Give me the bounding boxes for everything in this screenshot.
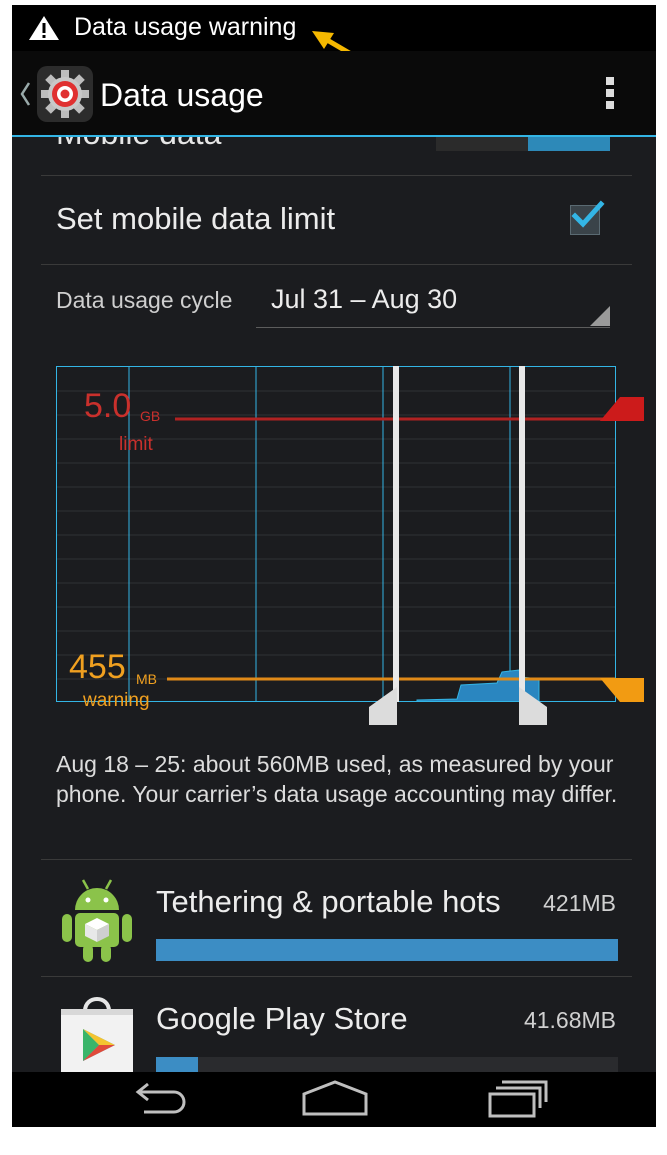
app-usage-bar <box>156 1057 618 1072</box>
play-store-bag-icon <box>61 997 133 1072</box>
cycle-value: Jul 31 – Aug 30 <box>271 284 458 314</box>
set-limit-label[interactable]: Set mobile data limit <box>56 201 335 237</box>
navigation-bar <box>12 1072 656 1127</box>
toggle-thumb <box>528 137 610 151</box>
range-start-sweep[interactable] <box>393 366 399 726</box>
check-icon <box>571 200 605 228</box>
sweep-line <box>519 366 525 702</box>
app-row-tethering[interactable]: Tethering & portable hots 421MB <box>41 860 632 976</box>
app-size: 41.68MB <box>523 1007 616 1033</box>
overflow-menu-icon[interactable] <box>598 73 622 113</box>
app-size: 421MB <box>543 890 616 916</box>
app-usage-bar <box>156 939 618 961</box>
up-navigation-icon[interactable] <box>19 79 31 109</box>
back-arrow-icon[interactable] <box>120 1076 190 1120</box>
mobile-data-label: Mobile data <box>56 137 221 152</box>
set-limit-checkbox[interactable] <box>570 200 605 235</box>
status-bar: Data usage warning <box>12 5 656 74</box>
warning-unit: MB <box>136 671 157 687</box>
sweep-line <box>393 366 399 702</box>
app-usage-fill <box>156 939 618 961</box>
limit-label: limit <box>119 434 153 455</box>
app-name: Tethering & portable hots <box>156 884 501 919</box>
page-title: Data usage <box>100 77 264 113</box>
warning-triangle-icon <box>29 16 59 40</box>
mobile-data-toggle[interactable] <box>436 137 610 151</box>
range-start-handle[interactable] <box>369 687 397 725</box>
cycle-dropdown[interactable]: Jul 31 – Aug 30 <box>256 279 610 328</box>
cycle-label: Data usage cycle <box>56 287 233 313</box>
app-row-play-store[interactable]: Google Play Store 41.68MB <box>41 977 632 1072</box>
limit-unit: GB <box>140 408 161 424</box>
warning-label: warning <box>83 690 150 711</box>
app-name: Google Play Store <box>156 1001 408 1036</box>
phone-screen: Data usage warning Data usage Set mobile… <box>12 5 656 1127</box>
action-bar: Data usage <box>12 51 656 137</box>
limit-value: 5.0 <box>84 387 132 425</box>
recent-apps-icon[interactable] <box>480 1076 550 1120</box>
divider <box>41 264 632 265</box>
settings-gear-icon[interactable] <box>36 65 94 123</box>
content-scroll-area[interactable]: Mobile data Set mobile data limit Data u… <box>12 137 656 1072</box>
limit-drag-handle[interactable] <box>600 397 644 421</box>
warning-drag-handle[interactable] <box>600 678 644 702</box>
notification-text[interactable]: Data usage warning <box>74 13 296 42</box>
home-icon[interactable] <box>300 1076 370 1120</box>
warning-value: 455 <box>69 648 126 686</box>
dropdown-caret-icon <box>590 306 610 326</box>
range-end-sweep[interactable] <box>519 366 525 726</box>
usage-summary-text: Aug 18 – 25: about 560MB used, as measur… <box>56 751 618 807</box>
range-end-handle[interactable] <box>519 687 547 725</box>
app-usage-fill <box>156 1057 198 1072</box>
android-robot-icon <box>62 879 132 962</box>
divider <box>41 175 632 176</box>
